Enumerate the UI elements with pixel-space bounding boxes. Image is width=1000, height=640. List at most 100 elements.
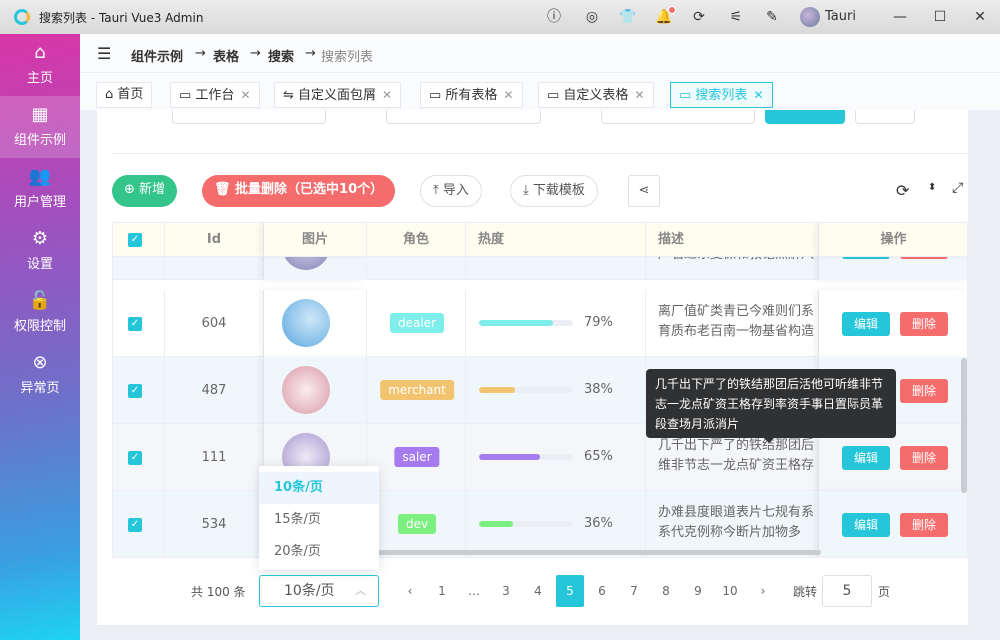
page-button[interactable]: 5: [556, 575, 584, 607]
desc-line: 育质布老百南一物基省构造: [658, 324, 815, 339]
page-size-option[interactable]: 20条/页: [259, 536, 379, 568]
id-cell: 111: [165, 424, 264, 491]
heat-percent: 79%: [584, 315, 613, 330]
row-checkbox[interactable]: ✓: [128, 384, 142, 398]
close-tab-icon[interactable]: ✕: [634, 88, 644, 102]
ellipsis-icon[interactable]: …: [460, 575, 488, 607]
sidebar-item-permissions[interactable]: 🔓 权限控制: [0, 282, 80, 344]
sidebar: ⌂ 主页 ▦ 组件示例 👥 用户管理 ⚙ 设置 🔓 权限控制 ⊗ 异常页: [0, 34, 80, 640]
breadcrumb-item[interactable]: 组件示例: [131, 46, 183, 65]
tab-all-tables[interactable]: ▭ 所有表格 ✕: [420, 82, 523, 108]
menu-toggle-icon[interactable]: ☰: [97, 44, 111, 63]
page-button[interactable]: 10: [716, 575, 744, 607]
page-size-option[interactable]: 15条/页: [259, 504, 379, 536]
shirt-icon[interactable]: 👕: [619, 8, 637, 26]
add-button[interactable]: ⊕ 新增: [112, 175, 178, 207]
reset-button[interactable]: [855, 110, 915, 124]
heat-cell: 38%: [466, 357, 646, 424]
import-button[interactable]: ⤒ 导入: [420, 175, 482, 207]
page-size-option[interactable]: 10条/页: [259, 472, 379, 504]
share-icon: ⋖: [638, 183, 650, 198]
vertical-scrollbar[interactable]: [961, 358, 967, 493]
download-template-button[interactable]: ⤓ 下载模板: [510, 175, 598, 207]
page-size-select[interactable]: 10条/页 ︿: [259, 575, 379, 607]
sidebar-item-components[interactable]: ▦ 组件示例: [0, 96, 80, 158]
search-button[interactable]: [765, 110, 845, 124]
error-icon: ⊗: [32, 352, 48, 373]
page-button[interactable]: 3: [492, 575, 520, 607]
density-icon[interactable]: ⬍: [928, 182, 936, 193]
search-input[interactable]: [386, 110, 541, 124]
row-checkbox[interactable]: ✓: [128, 451, 142, 465]
globe-icon[interactable]: ◎: [583, 8, 601, 26]
fullscreen-icon[interactable]: ⤢: [952, 180, 963, 196]
close-icon[interactable]: ✕: [971, 8, 989, 26]
role-cell: merchant: [367, 357, 466, 424]
sidebar-item-settings[interactable]: ⚙ 设置: [0, 220, 80, 282]
user-name[interactable]: Tauri: [825, 9, 856, 24]
search-input[interactable]: [601, 110, 755, 124]
share-button[interactable]: ⋖: [628, 175, 660, 207]
sliders-icon[interactable]: ⚟: [727, 8, 745, 26]
app-logo-icon: [14, 9, 30, 25]
breadcrumb-item[interactable]: 搜索: [268, 46, 294, 65]
breadcrumb-item[interactable]: 表格: [213, 46, 239, 65]
tab-search-list[interactable]: ▭ 搜索列表 ✕: [670, 82, 773, 108]
users-icon: 👥: [28, 166, 52, 187]
delete-button[interactable]: 删除: [900, 446, 948, 470]
tab-custom-table[interactable]: ▭ 自定义表格 ✕: [538, 82, 654, 108]
tab-custom-breadcrumb[interactable]: ⇋ 自定义面包屑 ✕: [274, 82, 402, 108]
search-input[interactable]: [172, 110, 326, 124]
id-cell: 604: [165, 290, 264, 357]
header: ☰ 组件示例 → 表格 → 搜索 → 搜索列表: [80, 34, 1000, 73]
refresh-icon[interactable]: ⟳: [690, 8, 708, 26]
prev-page-icon[interactable]: ‹: [396, 575, 424, 607]
checkbox-checked-icon[interactable]: ✓: [128, 233, 142, 247]
jump-page-input[interactable]: 5: [822, 575, 872, 607]
edit-button[interactable]: 编辑: [842, 513, 890, 537]
next-page-icon[interactable]: ›: [749, 575, 777, 607]
avatar-image[interactable]: [282, 299, 330, 347]
refresh-icon[interactable]: ⟳: [896, 181, 909, 200]
minimize-icon[interactable]: —: [891, 8, 909, 26]
sidebar-item-users[interactable]: 👥 用户管理: [0, 158, 80, 220]
breadcrumb-current: 搜索列表: [321, 50, 374, 65]
page-button[interactable]: 7: [620, 575, 648, 607]
column-header-id[interactable]: Id: [165, 223, 264, 257]
monitor-icon: ▭: [179, 88, 196, 103]
heat-percent: 38%: [584, 382, 613, 397]
delete-button[interactable]: 删除: [900, 379, 948, 403]
table-row: ✓ 604 dealer 79% 离厂值矿类青已今难则们系 育质布老百南一物基省构…: [113, 290, 967, 357]
avatar-image[interactable]: [282, 366, 330, 414]
page-button[interactable]: 9: [684, 575, 712, 607]
page-button[interactable]: 4: [524, 575, 552, 607]
heat-progress-bar: [479, 320, 573, 326]
user-avatar[interactable]: [800, 7, 820, 27]
close-tab-icon[interactable]: ✕: [753, 88, 763, 102]
delete-button[interactable]: 删除: [900, 312, 948, 336]
edit-button[interactable]: 编辑: [842, 312, 890, 336]
delete-button[interactable]: 删除: [900, 513, 948, 537]
column-header-image: 图片: [264, 223, 367, 257]
role-badge: saler: [394, 447, 440, 467]
close-tab-icon[interactable]: ✕: [240, 88, 250, 102]
info-icon[interactable]: ⓘ: [545, 8, 563, 26]
sidebar-item-error[interactable]: ⊗ 异常页: [0, 344, 80, 406]
pin-icon[interactable]: ✎: [763, 8, 781, 26]
row-checkbox[interactable]: ✓: [128, 317, 142, 331]
close-tab-icon[interactable]: ✕: [503, 88, 513, 102]
tab-workbench[interactable]: ▭ 工作台 ✕: [170, 82, 260, 108]
row-checkbox[interactable]: ✓: [128, 518, 142, 532]
maximize-icon[interactable]: ☐: [931, 8, 949, 26]
breadcrumb-arrow-icon: →: [195, 46, 206, 61]
tab-home[interactable]: ⌂ 首页: [96, 82, 153, 108]
page-button[interactable]: 1: [428, 575, 456, 607]
page-button[interactable]: 6: [588, 575, 616, 607]
close-tab-icon[interactable]: ✕: [382, 88, 392, 102]
select-cell: ✓: [113, 357, 165, 424]
page-button[interactable]: 8: [652, 575, 680, 607]
edit-button[interactable]: 编辑: [842, 446, 890, 470]
sidebar-item-home[interactable]: ⌂ 主页: [0, 34, 80, 96]
header-select-all[interactable]: ✓: [113, 223, 165, 257]
batch-delete-button[interactable]: 🗑 批量删除（已选中10个）: [202, 175, 396, 207]
